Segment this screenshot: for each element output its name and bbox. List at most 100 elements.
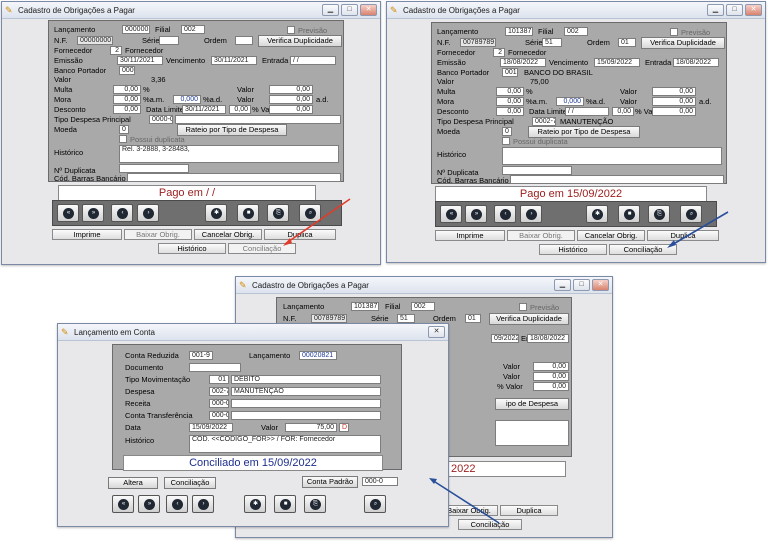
verifica-duplicidade-button[interactable]: Verifica Duplicidade <box>258 35 342 47</box>
prev-button[interactable]: ‹ <box>494 205 516 223</box>
valor-a-field[interactable]: 0,00 <box>533 362 569 371</box>
banco-code[interactable]: 000 <box>119 66 135 75</box>
search-button[interactable]: ⌕ <box>364 495 386 513</box>
filial-field[interactable]: 002 <box>564 27 588 36</box>
mora-ad-field[interactable]: 0,000 <box>556 97 584 106</box>
minimize-icon[interactable]: ▁ <box>707 4 724 16</box>
tipo-despesa-code[interactable]: 0002-7 <box>532 117 556 126</box>
entrada-field[interactable]: 18/08/2022 <box>673 58 719 67</box>
historico-field[interactable] <box>502 147 722 165</box>
tab-duplica[interactable]: Duplica <box>264 229 336 240</box>
minimize-icon[interactable]: ▁ <box>322 4 339 16</box>
previsao-checkbox[interactable] <box>519 303 527 311</box>
last-button[interactable]: » <box>138 495 160 513</box>
close-icon[interactable]: ✕ <box>360 4 377 16</box>
documento-field[interactable] <box>189 363 241 372</box>
ordem-field[interactable]: 01 <box>618 38 636 47</box>
serie-field[interactable]: 51 <box>397 314 415 323</box>
previsao-checkbox[interactable] <box>670 28 678 36</box>
rateio-button[interactable]: Rateio por Tipo de Despesa <box>177 124 287 136</box>
lancamento-field[interactable]: 00020821 <box>299 351 337 360</box>
tab-historico[interactable]: Histórico <box>539 244 607 255</box>
historico-field[interactable] <box>495 420 569 446</box>
tab-conciliacao[interactable]: Conciliação <box>609 244 677 255</box>
valor-c-field[interactable]: 0,00 <box>533 382 569 391</box>
receita-code[interactable]: 000-0 <box>209 399 229 408</box>
tab-imprime[interactable]: Imprime <box>52 229 122 240</box>
tab-conciliacao[interactable]: Conciliação <box>228 243 296 254</box>
tab-duplica[interactable]: Duplica <box>500 505 558 516</box>
mora-field[interactable]: 0,00 <box>113 95 141 104</box>
vencimento-field[interactable]: 30/11/2021 <box>211 56 257 65</box>
possui-duplicata-checkbox[interactable] <box>119 135 127 143</box>
dialog-titlebar[interactable]: ✎ Lançamento em Conta ✕ <box>58 324 448 341</box>
nf-field[interactable]: 00000000 <box>77 36 113 45</box>
tab-duplica[interactable]: Duplica <box>647 230 719 241</box>
data-limite-field[interactable]: 30/11/2021 <box>182 105 226 114</box>
conta-reduzida-field[interactable]: 001-9 <box>189 351 213 360</box>
tab-imprime[interactable]: Imprime <box>435 230 505 241</box>
data-limite-field[interactable]: / / <box>565 107 609 116</box>
new-button[interactable]: ✱ <box>244 495 266 513</box>
valor-field[interactable]: 75,00 <box>285 423 337 432</box>
search-button[interactable]: ⌕ <box>680 205 702 223</box>
entrada-field[interactable]: / / <box>290 56 336 65</box>
tab-conciliacao[interactable]: Conciliação <box>458 519 522 530</box>
close-icon[interactable]: ✕ <box>428 326 445 338</box>
ordem-field[interactable]: 01 <box>465 314 481 323</box>
n-duplicata-field[interactable] <box>119 164 189 173</box>
possui-duplicata-checkbox[interactable] <box>502 137 510 145</box>
emissao-field[interactable]: 18/08/2022 <box>500 58 546 67</box>
lancamento-field[interactable]: 101387 <box>351 302 379 311</box>
maximize-icon[interactable]: □ <box>573 279 590 291</box>
altera-button[interactable]: Altera <box>108 477 158 489</box>
filial-field[interactable]: 002 <box>411 302 435 311</box>
prev-button[interactable]: ‹ <box>111 204 133 222</box>
banco-code[interactable]: 001 <box>502 68 518 77</box>
dc-field[interactable]: D <box>339 423 349 432</box>
fornecedor-code[interactable]: 2 <box>493 48 505 57</box>
search-button[interactable]: ⌕ <box>299 204 321 222</box>
tab-baixar[interactable]: Baixar Obrig. <box>124 229 192 240</box>
tab-baixar[interactable]: Baixar Obrig. <box>507 230 575 241</box>
titlebar[interactable]: ✎ Cadastro de Obrigações a Pagar ▁ □ ✕ <box>2 2 380 19</box>
multa-field[interactable]: 0,00 <box>496 87 524 96</box>
tab-cancelar[interactable]: Cancelar Obrig. <box>577 230 645 241</box>
vencimento-field[interactable]: 09/2022 <box>491 334 519 343</box>
tab-historico[interactable]: Histórico <box>158 243 226 254</box>
mora-field[interactable]: 0,00 <box>496 97 524 106</box>
desconto-valor-field[interactable]: 0,00 <box>652 107 696 116</box>
prev-button[interactable]: ‹ <box>166 495 188 513</box>
close-icon[interactable]: ✕ <box>592 279 609 291</box>
moeda-field[interactable]: 0 <box>502 127 512 136</box>
last-button[interactable]: » <box>82 204 104 222</box>
minimize-icon[interactable]: ▁ <box>554 279 571 291</box>
first-button[interactable]: « <box>57 204 79 222</box>
multa-field[interactable]: 0,00 <box>113 85 141 94</box>
verifica-duplicidade-button[interactable]: Verifica Duplicidade <box>489 313 569 325</box>
ordem-field[interactable] <box>235 36 253 45</box>
tipo-despesa-name[interactable] <box>175 115 341 124</box>
next-button[interactable]: › <box>520 205 542 223</box>
save-button[interactable]: ⎘ <box>267 204 289 222</box>
fornecedor-code[interactable]: 2 <box>110 46 122 55</box>
nf-field[interactable]: 00789789 <box>311 314 347 323</box>
mora-ad-field[interactable]: 0,000 <box>173 95 201 104</box>
new-button[interactable]: ✱ <box>586 205 608 223</box>
new-button[interactable]: ✱ <box>205 204 227 222</box>
historico-field[interactable]: Rel. 3-2888, 3-28483, <box>119 145 339 163</box>
cod-barras-field[interactable] <box>127 173 341 182</box>
verifica-duplicidade-button[interactable]: Verifica Duplicidade <box>641 37 725 49</box>
titlebar[interactable]: ✎ Cadastro de Obrigações a Pagar ▁ □ ✕ <box>387 2 765 19</box>
despesa-code[interactable]: 002-7 <box>209 387 229 396</box>
mora-valor-field[interactable]: 0,00 <box>652 97 696 106</box>
next-button[interactable]: › <box>192 495 214 513</box>
entrada-field[interactable]: 18/08/2022 <box>527 334 569 343</box>
desconto-pct-field[interactable]: 0,00 <box>612 107 634 116</box>
stop-button[interactable]: ■ <box>274 495 296 513</box>
conta-padrao-button[interactable]: Conta Padrão <box>302 476 358 488</box>
lancamento-field[interactable]: 101387 <box>505 27 533 36</box>
titlebar[interactable]: ✎ Cadastro de Obrigações a Pagar ▁ □ ✕ <box>236 277 612 294</box>
desconto-valor-field[interactable]: 0,00 <box>269 105 313 114</box>
last-button[interactable]: » <box>465 205 487 223</box>
